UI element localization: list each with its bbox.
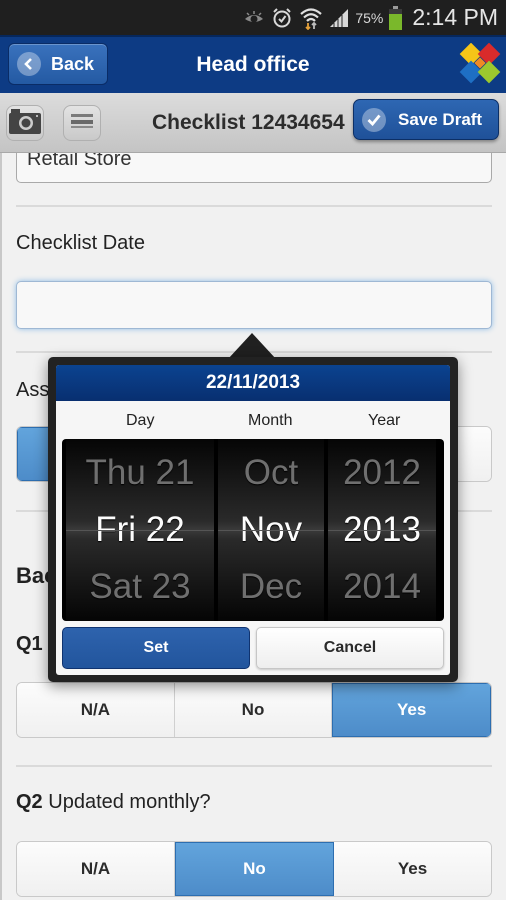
- day-wheel[interactable]: Thu 21 Fri 22 Sat 23: [66, 439, 214, 621]
- store-field[interactable]: Retail Store: [16, 153, 492, 183]
- year-option[interactable]: 2014: [343, 567, 421, 607]
- check-icon: [362, 107, 386, 132]
- battery-icon: [389, 5, 403, 30]
- month-column-header: Month: [248, 412, 293, 429]
- q2-option-no[interactable]: No: [175, 842, 334, 896]
- q1-option-na[interactable]: N/A: [17, 683, 175, 737]
- checklist-title: Checklist 12434654: [152, 111, 345, 134]
- clock: 2:14 PM: [412, 4, 498, 30]
- q2-number: Q2: [16, 791, 43, 813]
- month-option[interactable]: Oct: [244, 453, 298, 493]
- year-option[interactable]: 2012: [343, 453, 421, 493]
- app-header: Head office Back: [0, 35, 506, 93]
- toolbar: Checklist 12434654 Save Draft: [0, 93, 506, 153]
- popup-pointer: [228, 333, 276, 359]
- signal-icon: [329, 8, 349, 28]
- day-option[interactable]: Thu 21: [86, 453, 195, 493]
- year-column-header: Year: [368, 412, 401, 429]
- day-option[interactable]: Sat 23: [89, 567, 190, 607]
- q2-text: Updated monthly?: [48, 791, 211, 813]
- month-wheel[interactable]: Oct Nov Dec: [218, 439, 324, 621]
- divider: [16, 765, 492, 767]
- eye-icon: [243, 10, 265, 26]
- battery-percent: 75%: [355, 9, 384, 26]
- month-option-selected[interactable]: Nov: [240, 510, 302, 550]
- date-picker-popup: 22/11/2013 Day Month Year Thu 21 Fri 22 …: [48, 357, 458, 682]
- set-button[interactable]: Set: [62, 627, 250, 669]
- year-wheel[interactable]: 2012 2013 2014: [328, 439, 436, 621]
- cancel-button[interactable]: Cancel: [256, 627, 444, 669]
- divider: [16, 205, 492, 207]
- status-bar: 75% 2:14 PM: [0, 0, 506, 35]
- chevron-left-icon: [17, 52, 41, 76]
- assessor-label: Ass: [16, 379, 50, 401]
- camera-icon: [8, 107, 42, 140]
- screen: 75% 2:14 PM Head office Back Checklist 1…: [0, 0, 506, 900]
- q2-question: Q2 Updated monthly?: [16, 791, 211, 814]
- back-button[interactable]: Back: [8, 43, 108, 85]
- alarm-icon: [271, 7, 293, 29]
- q2-option-na[interactable]: N/A: [17, 842, 175, 896]
- back-label: Back: [51, 53, 95, 74]
- q1-segmented-control: N/A No Yes: [16, 682, 492, 738]
- camera-button[interactable]: [6, 105, 44, 141]
- app-logo: [458, 42, 502, 87]
- save-draft-label: Save Draft: [398, 109, 483, 129]
- notes-button[interactable]: [63, 105, 101, 141]
- q2-segmented-control: N/A No Yes: [16, 841, 492, 897]
- date-picker-column-headers: Day Month Year: [56, 401, 450, 439]
- q2-option-yes[interactable]: Yes: [334, 842, 491, 896]
- day-option-selected[interactable]: Fri 22: [95, 510, 184, 550]
- checklist-date-input[interactable]: [16, 281, 492, 329]
- q1-number: Q1: [16, 633, 43, 655]
- checklist-date-label: Checklist Date: [16, 232, 145, 254]
- day-column-header: Day: [126, 412, 155, 429]
- date-wheels: Thu 21 Fri 22 Sat 23 Oct Nov Dec 2012 20…: [62, 439, 444, 621]
- year-option-selected[interactable]: 2013: [343, 510, 421, 550]
- q1-option-no[interactable]: No: [174, 683, 333, 737]
- month-option[interactable]: Dec: [240, 567, 302, 607]
- date-picker-title: 22/11/2013: [56, 365, 450, 401]
- q1-option-yes[interactable]: Yes: [332, 683, 491, 737]
- save-draft-button[interactable]: Save Draft: [353, 99, 499, 140]
- wifi-icon: [299, 6, 323, 30]
- list-icon: [71, 112, 93, 135]
